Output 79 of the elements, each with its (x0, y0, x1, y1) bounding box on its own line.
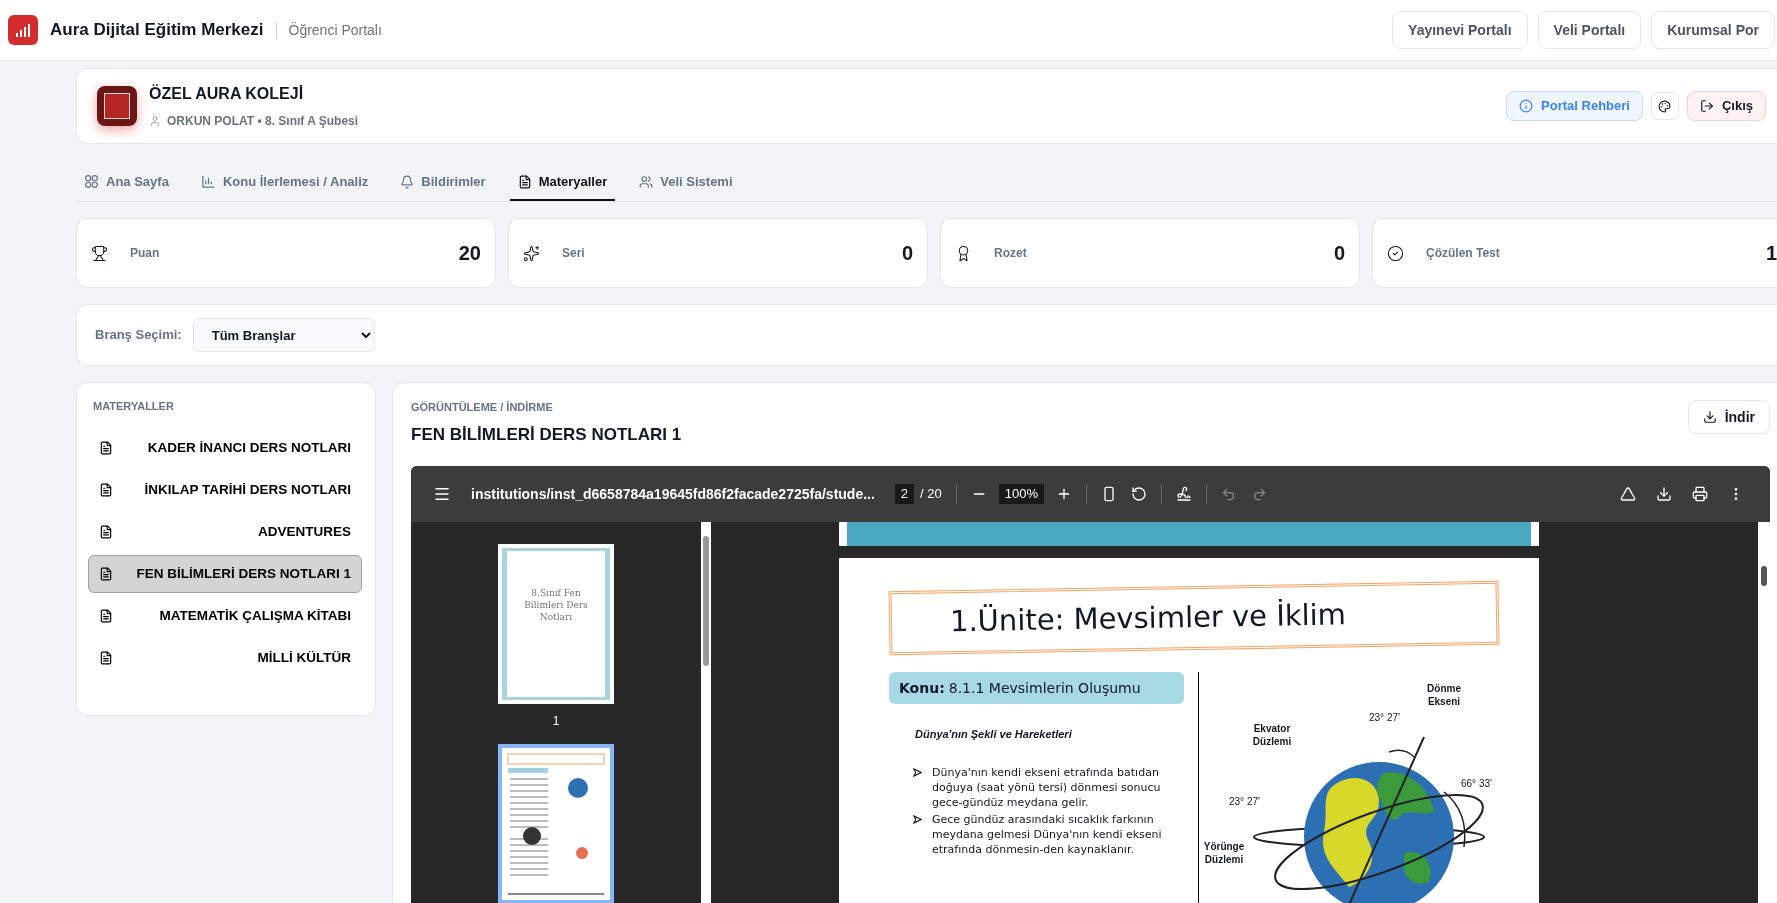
sparkles-icon (523, 244, 540, 262)
user-icon (149, 115, 161, 127)
logout-icon (1699, 99, 1714, 113)
topic-label: Konu: (899, 678, 945, 698)
cover-title: 8.Sınıf Fen Bilimleri Ders Notları (523, 587, 589, 624)
info-icon (1519, 99, 1534, 113)
stat-label: Puan (130, 245, 160, 262)
figure-label: 23° 27' (1369, 711, 1400, 725)
figure-label: 23° 27' (1229, 795, 1260, 809)
document-icon (99, 482, 113, 497)
portal-label: Öğrenci Portalı (288, 20, 382, 40)
nav-tab[interactable]: Bildirimler (392, 164, 494, 201)
portal-link-button[interactable]: Kurumsal Por (1651, 11, 1775, 49)
stat-value: 20 (458, 241, 481, 266)
bullet-text: Gece gündüz arasındaki sıcaklık farkının meydana gelmesi Dünya'nın kendi ekseni etrafında dönmesin-den kaynaklanır. (932, 811, 1163, 857)
stat-label: Çözülen Test (1426, 245, 1500, 262)
stat-value: 0 (901, 241, 913, 266)
page-field[interactable]: 2 (894, 484, 915, 504)
download-button[interactable]: İndir (1687, 400, 1770, 434)
rotate-icon[interactable] (1131, 486, 1148, 502)
trophy-icon (91, 244, 108, 262)
theme-button[interactable] (1650, 92, 1679, 120)
nav-tab[interactable]: Konu İlerlemesi / Analiz (192, 164, 377, 201)
document-icon (99, 524, 113, 539)
nav-tab[interactable]: Materyaller (509, 164, 616, 201)
drive-icon[interactable] (1620, 486, 1636, 502)
figure-label: 66° 33' (1461, 777, 1492, 791)
draw-icon[interactable] (1176, 486, 1193, 502)
stat-label: Rozet (994, 245, 1027, 262)
nav-tab[interactable]: Veli Sistemi (631, 164, 741, 201)
section-heading: Dünya'nın Şekli ve Hareketleri (915, 727, 1073, 742)
bar-chart-icon (200, 174, 216, 189)
viewer-eyebrow: GÖRÜNTÜLEME / İNDİRME (411, 400, 554, 415)
logout-button[interactable]: Çıkış (1686, 91, 1766, 121)
stat-value: 0 (1333, 241, 1345, 266)
download-icon[interactable] (1656, 486, 1672, 502)
school-name: ÖZEL AURA KOLEJİ (149, 83, 305, 104)
bullet-text: Dünya'nın kendi ekseni etrafında batıdan doğuya (saat yönü tersi) dönmesi sonucu gece-gündüz meydana gelir. (932, 764, 1162, 810)
bell-icon (400, 174, 415, 189)
student-info: ORKUN POLAT • 8. Sınıf A Şubesi (167, 113, 359, 130)
document-icon (99, 650, 113, 665)
material-item[interactable]: FEN BİLİMLERİ DERS NOTLARI 1 (88, 554, 362, 593)
check-circle-icon (1387, 244, 1404, 262)
figure-label: Ekvator Düzlemi (1251, 722, 1293, 748)
school-logo (97, 86, 137, 126)
portal-link-button[interactable]: Yayınevi Portalı (1392, 11, 1528, 49)
nav-tab[interactable]: Ana Sayfa (76, 164, 177, 201)
page-number: 1 (552, 713, 560, 730)
page-thumbnail[interactable]: 8.Sınıf Fen Bilimleri Ders Notları (498, 544, 614, 704)
bullet-arrow-icon (913, 767, 922, 777)
menu-icon[interactable] (433, 485, 451, 503)
palette-icon (1658, 99, 1672, 113)
grid-icon (84, 174, 99, 189)
document-icon (99, 440, 113, 455)
viewer-title: FEN BİLİMLERİ DERS NOTLARI 1 (411, 423, 682, 446)
materials-heading: MATERYALLER (92, 399, 175, 414)
stat-label: Seri (562, 245, 585, 262)
page-count: / 20 (920, 485, 942, 504)
redo-icon[interactable] (1252, 486, 1268, 502)
figure-label: Dönme Ekseni (1426, 682, 1462, 708)
filter-label: Branş Seçimi: (95, 326, 182, 345)
topic-text: 8.1.1 Mevsimlerin Oluşumu (948, 678, 1141, 698)
print-icon[interactable] (1692, 486, 1708, 502)
download-icon (1702, 410, 1717, 424)
undo-icon[interactable] (1221, 486, 1237, 502)
figure-label: Yörünge Düzlemi (1202, 840, 1246, 866)
app-logo (8, 15, 38, 45)
users-icon (639, 174, 654, 189)
portal-link-button[interactable]: Veli Portalı (1537, 11, 1642, 49)
bullet-arrow-icon (913, 814, 922, 824)
document-icon (99, 566, 113, 581)
zoom-field[interactable]: 100% (998, 484, 1045, 504)
app-title: Aura Dijital Eğitim Merkezi (50, 19, 264, 42)
file-name: institutions/inst_d6658784a19645fd86f2facade2725fa/stude... (471, 484, 875, 504)
unit-title: 1.Ünite: Mevsimler ve İklim (949, 596, 1347, 641)
document-icon (99, 608, 113, 623)
document-icon (517, 174, 532, 189)
stat-value: 1 (1765, 241, 1777, 266)
branch-select[interactable]: Tüm Branşlar (192, 318, 375, 352)
